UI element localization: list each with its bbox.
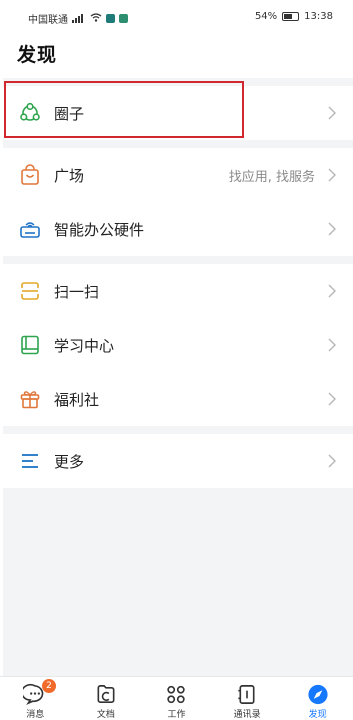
shopping-bag-icon (21, 164, 39, 185)
discover-list: 圈子 广场 找应用, 找服务 智能办公硬件 扫一扫 学习中心 福利社 更多 (3, 78, 353, 676)
list-item-welfare[interactable]: 福利社 (3, 372, 353, 426)
group-plaza: 广场 找应用, 找服务 智能办公硬件 (3, 148, 353, 256)
list-item-more[interactable]: 更多 (3, 434, 353, 488)
list-item-circles[interactable]: 圈子 (3, 86, 353, 140)
unread-badge: 2 (42, 679, 56, 693)
list-item-subtitle: 找应用, 找服务 (228, 169, 315, 185)
chevron-right-icon (328, 392, 336, 406)
list-item-label: 更多 (54, 452, 85, 471)
app-notification-icon (119, 14, 128, 23)
status-bar: 中国联通 54% 13:38 (0, 0, 353, 36)
tab-discover[interactable]: 发现 (282, 677, 353, 720)
scan-icon (21, 282, 39, 300)
list-item-scan[interactable]: 扫一扫 (3, 264, 353, 318)
list-item-label: 扫一扫 (54, 282, 100, 301)
chevron-right-icon (328, 284, 336, 298)
chevron-right-icon (328, 338, 336, 352)
tab-work[interactable]: 工作 (141, 677, 212, 720)
list-item-learning-center[interactable]: 学习中心 (3, 318, 353, 372)
document-icon (97, 685, 115, 703)
list-item-label: 学习中心 (54, 336, 115, 355)
clock: 13:38 (304, 11, 333, 22)
app-notification-icon (106, 14, 115, 23)
printer-icon (20, 222, 40, 238)
contacts-icon (238, 685, 255, 704)
book-icon (21, 335, 39, 355)
tab-messages[interactable]: 2 消息 (0, 677, 71, 720)
list-item-smart-hardware[interactable]: 智能办公硬件 (3, 202, 353, 256)
menu-icon (22, 454, 38, 468)
bottom-tab-bar: 2 消息 文档 工作 通讯录 发现 (0, 676, 353, 720)
group-circles: 圈子 (3, 86, 353, 140)
list-item-label: 智能办公硬件 (54, 220, 145, 239)
chevron-right-icon (328, 168, 336, 182)
list-item-label: 福利社 (54, 390, 100, 409)
tab-label: 工作 (167, 710, 186, 720)
carrier-label: 中国联通 (28, 15, 68, 26)
tab-label: 发现 (308, 710, 327, 720)
tab-label: 通讯录 (233, 710, 261, 720)
tab-label: 文档 (96, 710, 115, 720)
page-title: 发现 (17, 44, 58, 66)
battery-icon (282, 12, 300, 21)
chevron-right-icon (328, 106, 336, 120)
list-item-label: 广场 (54, 166, 85, 185)
compass-icon (308, 684, 328, 705)
tab-contacts[interactable]: 通讯录 (212, 677, 283, 720)
tab-documents[interactable]: 文档 (71, 677, 142, 720)
signal-icon (72, 14, 86, 23)
battery-percent: 54% (254, 11, 278, 22)
group-more: 更多 (3, 434, 353, 488)
chevron-right-icon (328, 222, 336, 236)
list-item-plaza[interactable]: 广场 找应用, 找服务 (3, 148, 353, 202)
circle-group-icon (20, 102, 40, 121)
grid-icon (167, 685, 186, 704)
chevron-right-icon (328, 454, 336, 468)
tab-label: 消息 (26, 710, 45, 720)
group-tools: 扫一扫 学习中心 福利社 (3, 264, 353, 426)
wifi-icon (90, 12, 102, 25)
list-item-label: 圈子 (54, 104, 85, 123)
gift-icon (20, 391, 40, 409)
